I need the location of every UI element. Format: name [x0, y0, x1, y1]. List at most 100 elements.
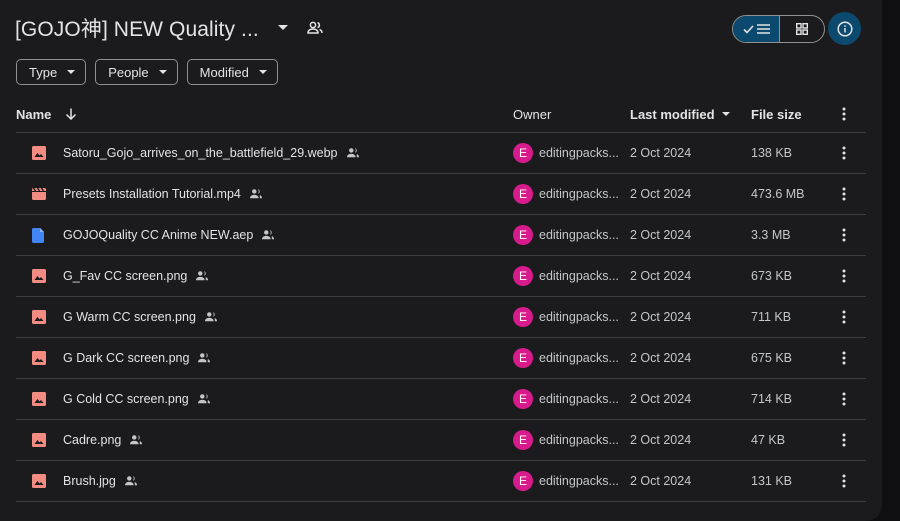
- column-name[interactable]: Name: [16, 96, 51, 132]
- video-icon: [32, 174, 46, 214]
- avatar[interactable]: E: [513, 389, 533, 409]
- folder-panel: [GOJO神] NEW Quality ... Type People Modi…: [0, 0, 882, 521]
- owner-name: editingpacks...: [539, 392, 619, 406]
- file-name[interactable]: G_Fav CC screen.png: [63, 256, 209, 296]
- file-row[interactable]: G Cold CC screen.png Eeditingpacks... 2 Oc…: [16, 379, 866, 420]
- avatar[interactable]: E: [513, 430, 533, 450]
- modified-date: 2 Oct 2024: [630, 187, 692, 201]
- more-actions-icon[interactable]: [836, 256, 852, 296]
- manage-access-icon[interactable]: [303, 16, 327, 40]
- owner-name: editingpacks...: [539, 310, 619, 324]
- check-icon: [742, 24, 754, 34]
- caret-down-icon: [67, 69, 76, 74]
- folder-title[interactable]: [GOJO神] NEW Quality ...: [15, 13, 259, 43]
- file-row[interactable]: Presets Installation Tutorial.mp4 Eeditin…: [16, 174, 866, 215]
- file-name-text: G_Fav CC screen.png: [63, 269, 188, 283]
- avatar[interactable]: E: [513, 307, 533, 327]
- column-file-size[interactable]: File size: [751, 96, 802, 132]
- more-actions-icon[interactable]: [836, 297, 852, 337]
- modified-filter-label: Modified: [199, 64, 249, 80]
- owner-cell: Eeditingpacks...: [513, 174, 619, 214]
- file-name[interactable]: Brush.jpg: [63, 461, 138, 501]
- owner-cell: Eeditingpacks...: [513, 215, 619, 255]
- owner-name: editingpacks...: [539, 146, 619, 160]
- owner-cell: Eeditingpacks...: [513, 297, 619, 337]
- more-actions-icon[interactable]: [836, 174, 852, 214]
- details-info-button[interactable]: [828, 12, 861, 45]
- file-row[interactable]: Cadre.png Eeditingpacks... 2 Oct 2024 47 KB: [16, 420, 866, 461]
- file-row[interactable]: GOJOQuality CC Anime NEW.aep Eeditingpack…: [16, 215, 866, 256]
- avatar[interactable]: E: [513, 348, 533, 368]
- file-row[interactable]: G_Fav CC screen.png Eeditingpacks... 2 Oct…: [16, 256, 866, 297]
- modified-date: 2 Oct 2024: [630, 310, 692, 324]
- owner-name: editingpacks...: [539, 187, 619, 201]
- avatar[interactable]: E: [513, 225, 533, 245]
- column-last-modified[interactable]: Last modified: [630, 96, 730, 132]
- avatar[interactable]: E: [513, 266, 533, 286]
- more-actions-icon[interactable]: [836, 420, 852, 460]
- list-view-button[interactable]: [733, 16, 780, 42]
- shared-icon: [197, 352, 211, 364]
- avatar[interactable]: E: [513, 143, 533, 163]
- more-actions-icon[interactable]: [836, 338, 852, 378]
- modified-date: 2 Oct 2024: [630, 146, 692, 160]
- file-name[interactable]: G Warm CC screen.png: [63, 297, 218, 337]
- shared-icon: [195, 270, 209, 282]
- shared-icon: [197, 393, 211, 405]
- file-rows: Satoru_Gojo_arrives_on_the_battlefield_2…: [16, 133, 866, 502]
- file-row[interactable]: Brush.jpg Eeditingpacks... 2 Oct 2024 131 K…: [16, 461, 866, 502]
- more-options-icon[interactable]: [836, 96, 852, 132]
- file-name[interactable]: Satoru_Gojo_arrives_on_the_battlefield_2…: [63, 133, 360, 173]
- modified-date: 2 Oct 2024: [630, 228, 692, 242]
- info-icon: [836, 20, 853, 37]
- modified-filter-chip[interactable]: Modified: [186, 59, 278, 85]
- view-toggle: [732, 15, 825, 43]
- file-name-text: Presets Installation Tutorial.mp4: [63, 187, 241, 201]
- owner-cell: Eeditingpacks...: [513, 461, 619, 501]
- avatar[interactable]: E: [513, 184, 533, 204]
- more-actions-icon[interactable]: [836, 461, 852, 501]
- shared-icon: [124, 475, 138, 487]
- list-icon: [756, 24, 770, 34]
- file-size: 138 KB: [751, 146, 793, 160]
- avatar[interactable]: E: [513, 471, 533, 491]
- file-name[interactable]: G Dark CC screen.png: [63, 338, 211, 378]
- more-actions-icon[interactable]: [836, 133, 852, 173]
- sort-arrow-down-icon[interactable]: [65, 96, 77, 132]
- people-filter-label: People: [108, 64, 149, 80]
- file-name-text: G Cold CC screen.png: [63, 392, 189, 406]
- file-list: Name Owner Last modified File size Sator…: [16, 96, 866, 502]
- file-size: 47 KB: [751, 433, 786, 447]
- file-name-text: GOJOQuality CC Anime NEW.aep: [63, 228, 254, 242]
- file-size: 711 KB: [751, 310, 792, 324]
- more-actions-icon[interactable]: [836, 379, 852, 419]
- modified-date: 2 Oct 2024: [630, 474, 692, 488]
- caret-down-icon[interactable]: [271, 16, 295, 40]
- image-icon: [32, 133, 46, 173]
- owner-name: editingpacks...: [539, 228, 619, 242]
- file-size: 673 KB: [751, 269, 793, 283]
- file-name[interactable]: GOJOQuality CC Anime NEW.aep: [63, 215, 275, 255]
- file-row[interactable]: Satoru_Gojo_arrives_on_the_battlefield_2…: [16, 133, 866, 174]
- folder-header: [GOJO神] NEW Quality ...: [15, 10, 327, 46]
- image-icon: [32, 338, 46, 378]
- modified-date: 2 Oct 2024: [630, 392, 692, 406]
- file-name[interactable]: Presets Installation Tutorial.mp4: [63, 174, 263, 214]
- more-actions-icon[interactable]: [836, 215, 852, 255]
- file-row[interactable]: G Dark CC screen.png Eeditingpacks... 2 Oc…: [16, 338, 866, 379]
- people-filter-chip[interactable]: People: [95, 59, 178, 85]
- owner-cell: Eeditingpacks...: [513, 379, 619, 419]
- file-row[interactable]: G Warm CC screen.png Eeditingpacks... 2 Oc…: [16, 297, 866, 338]
- column-owner[interactable]: Owner: [513, 96, 551, 132]
- owner-name: editingpacks...: [539, 351, 619, 365]
- file-name[interactable]: Cadre.png: [63, 420, 143, 460]
- image-icon: [32, 420, 46, 460]
- owner-cell: Eeditingpacks...: [513, 420, 619, 460]
- owner-cell: Eeditingpacks...: [513, 133, 619, 173]
- file-name-text: G Warm CC screen.png: [63, 310, 196, 324]
- type-filter-chip[interactable]: Type: [16, 59, 87, 85]
- file-name[interactable]: G Cold CC screen.png: [63, 379, 211, 419]
- owner-name: editingpacks...: [539, 474, 619, 488]
- doc-icon: [32, 215, 44, 255]
- grid-view-button[interactable]: [780, 16, 824, 42]
